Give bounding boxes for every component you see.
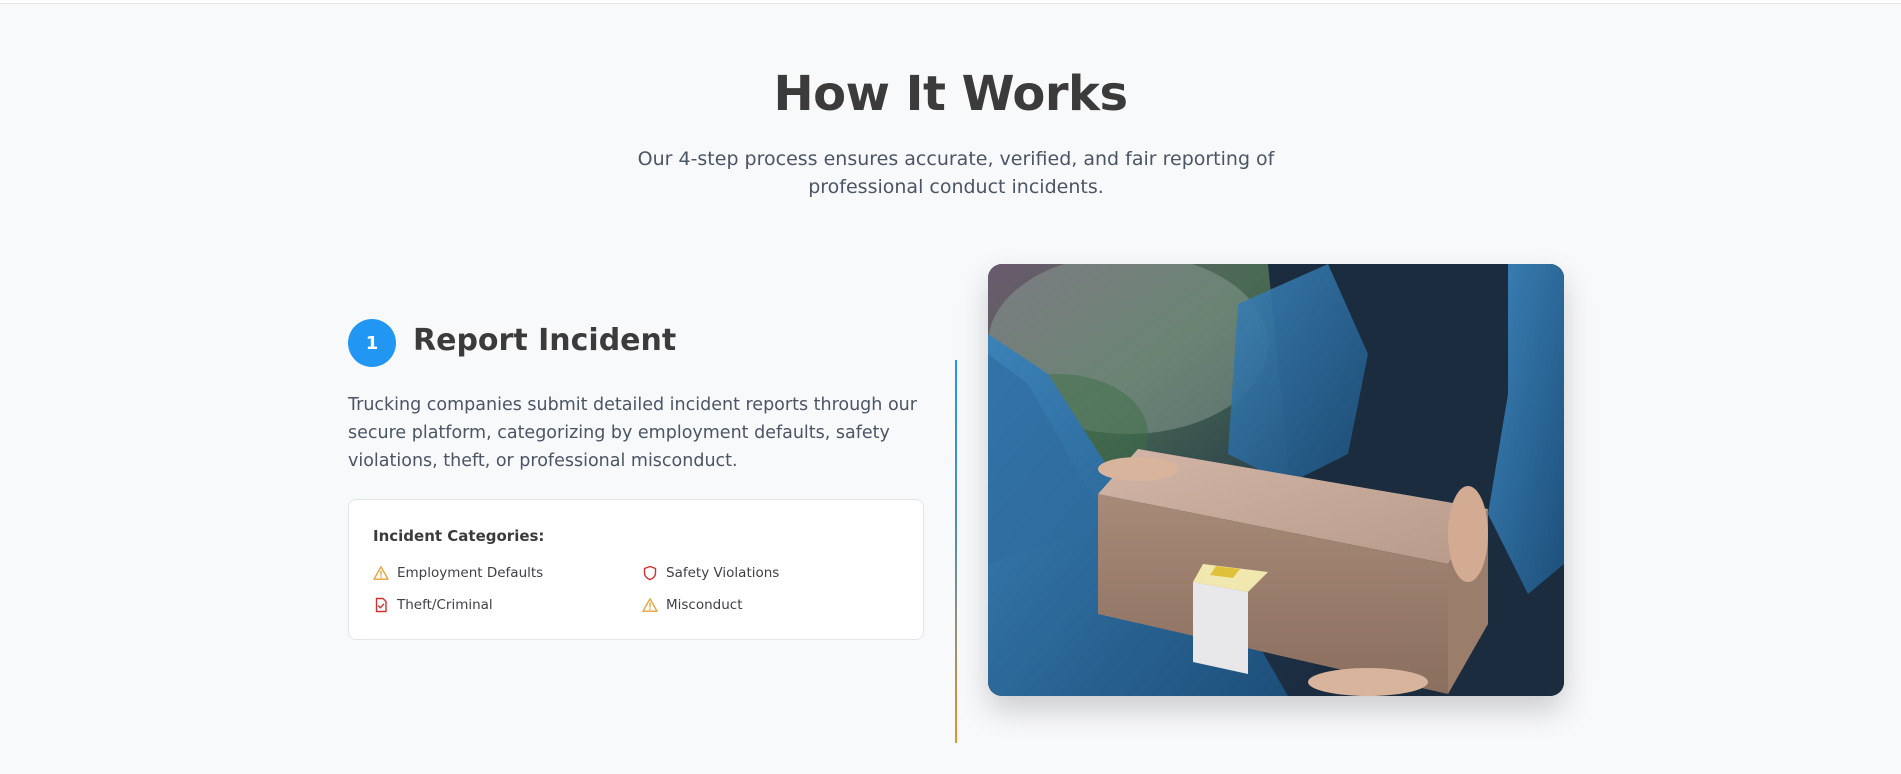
step-description: Trucking companies submit detailed incid… <box>348 395 917 471</box>
document-check-icon <box>375 597 387 613</box>
category-label: Misconduct <box>666 597 743 613</box>
step-title: Report Incident <box>413 323 677 358</box>
categories-heading: Incident Categories: <box>373 527 545 545</box>
header-divider <box>0 0 1901 4</box>
warning-triangle-icon <box>642 598 658 612</box>
warning-triangle-icon <box>373 566 389 580</box>
category-safety-violations: Safety Violations <box>642 565 779 581</box>
category-misconduct: Misconduct <box>642 597 743 613</box>
category-employment-defaults: Employment Defaults <box>373 565 543 581</box>
section-title: How It Works <box>773 66 1128 122</box>
incident-categories-card: Incident Categories: Employment Defaults… <box>348 499 924 640</box>
category-label: Safety Violations <box>666 565 780 581</box>
package-handoff-image <box>988 264 1564 696</box>
how-it-works-section: How It Works Our 4-step process ensures … <box>0 0 1901 774</box>
step-timeline-connector <box>955 360 957 743</box>
category-label: Theft/Criminal <box>397 597 493 613</box>
section-subtitle: Our 4-step process ensures accurate, ver… <box>637 148 1275 198</box>
shield-icon <box>643 565 657 581</box>
category-label: Employment Defaults <box>397 565 544 581</box>
step-number-badge: 1 <box>348 319 396 367</box>
category-theft-criminal: Theft/Criminal <box>373 597 493 613</box>
